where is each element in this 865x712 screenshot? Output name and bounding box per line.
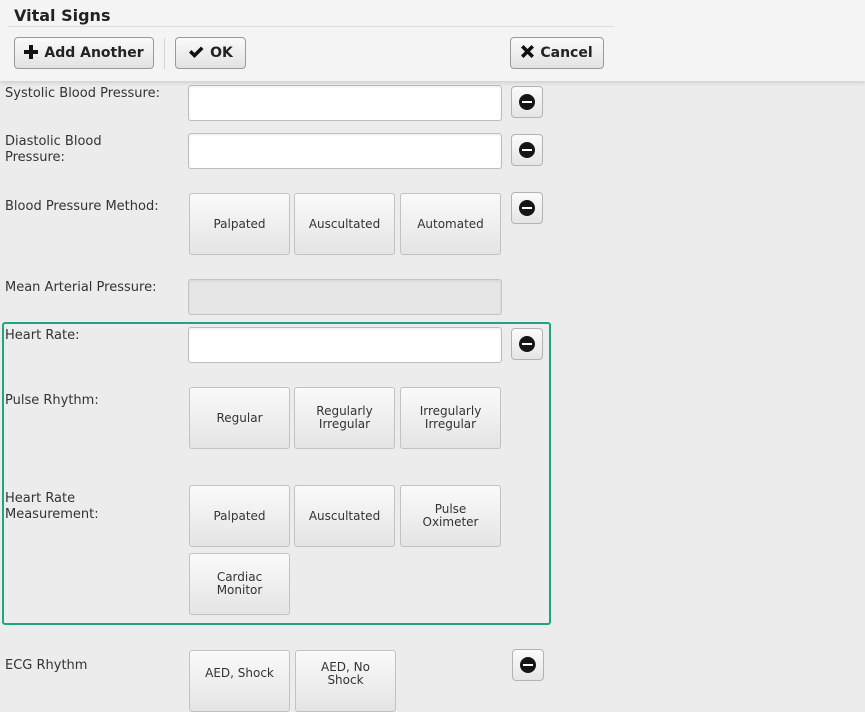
add-another-label: Add Another <box>44 45 144 61</box>
bp-method-palpated[interactable]: Palpated <box>189 193 290 255</box>
hr-measurement-label: Heart Rate Measurement: <box>5 491 99 522</box>
pulse-rhythm-label: Pulse Rhythm: <box>5 393 99 408</box>
ok-label: OK <box>210 45 233 61</box>
remove-bp-method-button[interactable] <box>511 192 543 224</box>
remove-systolic-button[interactable] <box>511 86 543 118</box>
ecg-rhythm-aed-shock[interactable]: AED, Shock <box>189 650 290 712</box>
ok-button[interactable]: OK <box>175 37 246 69</box>
toolbar-separator <box>164 38 165 69</box>
pulse-rhythm-regularly-irregular[interactable]: Regularly Irregular <box>294 387 395 449</box>
add-another-button[interactable]: Add Another <box>14 37 154 69</box>
hr-measurement-cardiac-monitor[interactable]: Cardiac Monitor <box>189 553 290 615</box>
pulse-rhythm-irregularly-irregular[interactable]: Irregularly Irregular <box>400 387 501 449</box>
minus-circle-icon <box>519 200 535 216</box>
heart-rate-label: Heart Rate: <box>5 328 80 343</box>
bp-method-automated[interactable]: Automated <box>400 193 501 255</box>
title-divider <box>8 26 614 27</box>
x-icon <box>521 45 535 61</box>
map-label: Mean Arterial Pressure: <box>5 280 157 295</box>
remove-diastolic-button[interactable] <box>511 134 543 166</box>
systolic-input[interactable] <box>188 85 502 121</box>
diastolic-label: Diastolic Blood Pressure: <box>5 134 102 165</box>
map-input <box>188 279 502 315</box>
check-icon <box>188 45 204 62</box>
minus-circle-icon <box>520 657 536 673</box>
hr-measurement-palpated[interactable]: Palpated <box>189 485 290 547</box>
plus-icon <box>24 44 39 62</box>
minus-circle-icon <box>519 336 535 352</box>
diastolic-input[interactable] <box>188 133 502 169</box>
ecg-rhythm-label: ECG Rhythm <box>5 658 88 673</box>
cancel-button[interactable]: Cancel <box>510 37 604 69</box>
toolbar: Vital Signs Add Another OK Cancel <box>0 0 865 81</box>
hr-measurement-auscultated[interactable]: Auscultated <box>294 485 395 547</box>
heart-rate-input[interactable] <box>188 327 502 363</box>
minus-circle-icon <box>519 142 535 158</box>
remove-ecg-rhythm-button[interactable] <box>512 649 544 681</box>
systolic-label: Systolic Blood Pressure: <box>5 86 160 101</box>
pulse-rhythm-regular[interactable]: Regular <box>189 387 290 449</box>
page-title: Vital Signs <box>14 6 111 25</box>
remove-heart-rate-button[interactable] <box>511 328 543 360</box>
hr-measurement-pulse-oximeter[interactable]: Pulse Oximeter <box>400 485 501 547</box>
bp-method-auscultated[interactable]: Auscultated <box>294 193 395 255</box>
bp-method-label: Blood Pressure Method: <box>5 199 159 214</box>
minus-circle-icon <box>519 94 535 110</box>
cancel-label: Cancel <box>540 45 593 61</box>
ecg-rhythm-aed-no-shock[interactable]: AED, No Shock <box>295 650 396 712</box>
